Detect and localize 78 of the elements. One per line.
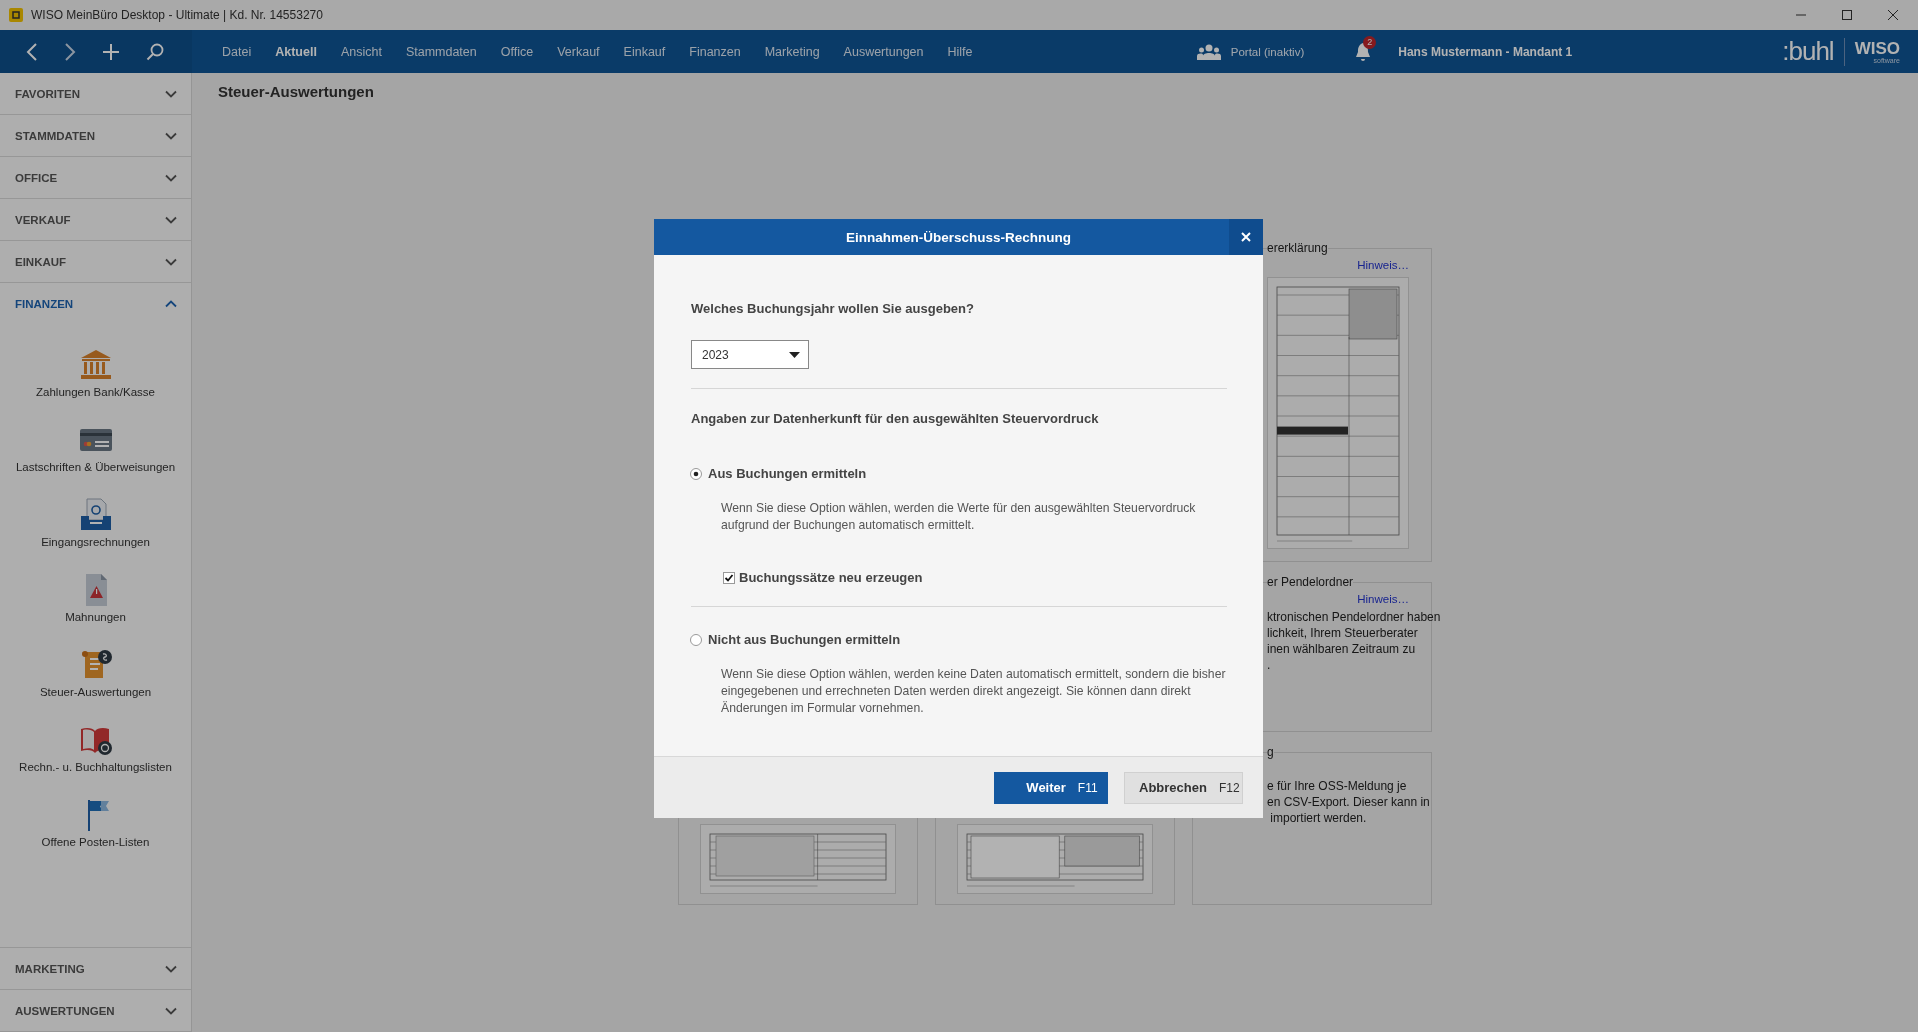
menu-item[interactable]: Datei <box>210 44 264 59</box>
card-text: inen wählbaren Zeitraum zu <box>1267 641 1417 657</box>
card-text: ktronischen Pendelordner haben <box>1267 609 1441 625</box>
sidebar-section-header[interactable]: OFFICE <box>0 157 191 199</box>
section-heading: Angaben zur Datenherkunft für den ausgewählten Steuervordruck <box>691 411 1099 426</box>
next-button[interactable]: Weiter F11 <box>994 771 1108 804</box>
cancel-button[interactable]: Abbrechen F12 <box>1124 771 1243 804</box>
sidebar-item[interactable]: Steuer-Auswertungen <box>0 648 191 712</box>
chevron-down-icon[interactable] <box>165 131 177 140</box>
close-button[interactable] <box>1229 219 1263 255</box>
sidebar-section-header[interactable]: MARKETING <box>0 948 191 990</box>
year-dropdown[interactable]: 2023 <box>691 340 809 369</box>
menu-item[interactable]: Hilfe <box>935 44 985 59</box>
menu-item[interactable]: Auswertungen <box>831 44 936 59</box>
sidebar-section-header[interactable]: EINKAUF <box>0 241 191 283</box>
portal-status[interactable]: Portal (inaktiv) <box>1230 45 1305 58</box>
people-icon[interactable] <box>1196 43 1221 60</box>
sidebar-section-header[interactable]: FINANZEN <box>0 283 191 324</box>
sidebar-item[interactable]: Rechn.- u. Buchhaltungslisten <box>0 723 191 787</box>
sidebar-item[interactable]: Zahlungen Bank/Kasse <box>0 348 191 412</box>
option-description: Wenn Sie diese Option wählen, werden die Werte für den ausgewählten Steuervordruck aufgrund der Buchungen automatisch ermittelt. <box>721 500 1197 534</box>
radio-option[interactable]: Nicht aus Buchungen ermitteln <box>690 632 901 647</box>
checkbox-checked-icon[interactable] <box>723 571 735 584</box>
sidebar-section-header[interactable]: VERKAUF <box>0 199 191 241</box>
sidebar-section-header[interactable]: FAVORITEN <box>0 73 191 115</box>
menu-item[interactable]: Office <box>488 44 546 59</box>
menu-item[interactable]: Aktuell <box>263 44 329 59</box>
radio-option[interactable]: Aus Buchungen ermitteln <box>690 466 867 481</box>
hint-link[interactable]: Hinweis… <box>1357 259 1409 271</box>
menu-item[interactable]: Marketing <box>752 44 832 59</box>
page-title: Steuer-Auswertungen <box>217 82 375 102</box>
menu-item[interactable]: Ansicht <box>328 44 394 59</box>
logo: WISO <box>1854 39 1900 57</box>
back-icon[interactable] <box>26 42 38 61</box>
sidebar-section-header[interactable]: STAMMDATEN <box>0 115 191 157</box>
bank-icon <box>78 348 113 382</box>
radio-icon[interactable] <box>690 633 702 646</box>
menu-item[interactable]: Verkauf <box>545 44 612 59</box>
radio-selected-icon[interactable] <box>690 467 702 480</box>
card-text: e für Ihre OSS-Meldung je <box>1267 778 1408 794</box>
notification-badge: 2 <box>1363 35 1377 49</box>
chevron-down-icon[interactable] <box>165 964 177 973</box>
chevron-down-icon[interactable] <box>165 173 177 182</box>
card-text: lichkeit, Ihrem Steuerberater <box>1267 625 1419 641</box>
chevron-down-icon[interactable] <box>165 89 177 98</box>
chevron-down-icon[interactable] <box>165 1006 177 1015</box>
inbox-tray-icon <box>78 498 113 532</box>
sidebar-item[interactable]: Offene Posten-Listen <box>0 798 191 862</box>
chevron-up-icon[interactable] <box>165 299 177 308</box>
window-title: WISO MeinBüro Desktop - Ultimate | Kd. Nr. 14553270 <box>31 8 323 22</box>
user-name[interactable]: Hans Mustermann - Mandant 1 <box>1398 44 1573 59</box>
sidebar-item[interactable]: Eingangsrechnungen <box>0 498 191 562</box>
close-icon[interactable] <box>1888 10 1898 20</box>
question-label: Welches Buchungsjahr wollen Sie ausgeben? <box>691 301 974 316</box>
card-text: importiert werden. <box>1269 810 1368 826</box>
logo: :buhl <box>1782 36 1834 67</box>
card-text: en CSV-Export. Dieser kann in <box>1267 794 1430 810</box>
sidebar-item[interactable]: Lastschriften & Überweisungen <box>0 423 191 487</box>
chevron-down-icon[interactable] <box>165 257 177 266</box>
card-title: ererklärung <box>1267 241 1328 256</box>
dialog-title: Einnahmen-Überschuss-Rechnung <box>845 229 1072 245</box>
dropdown-arrow-icon <box>789 351 800 358</box>
menu-item[interactable]: Stammdaten <box>393 44 489 59</box>
close-icon <box>1241 232 1251 242</box>
hint-link[interactable]: Hinweis… <box>1357 593 1409 605</box>
option-description: Wenn Sie diese Option wählen, werden keine Daten automatisch ermittelt, sondern die bisher eingegebenen und errechneten Daten werden direkt angezeigt. Sie können dann direkt Änderungen im Formular vornehmen. <box>721 666 1227 717</box>
plus-icon[interactable] <box>102 42 120 61</box>
app-icon <box>9 8 23 22</box>
sidebar-section-header[interactable]: AUSWERTUNGEN <box>0 990 191 1032</box>
chevron-down-icon[interactable] <box>165 215 177 224</box>
search-icon[interactable] <box>146 42 164 61</box>
checkbox-option[interactable]: Buchungssätze neu erzeugen <box>723 570 923 585</box>
card-text: . <box>1267 657 1272 673</box>
menu-item[interactable]: Einkauf <box>611 44 678 59</box>
sidebar-item[interactable]: Mahnungen <box>0 573 191 637</box>
menu-item[interactable]: Finanzen <box>677 44 753 59</box>
forward-icon[interactable] <box>64 42 76 61</box>
maximize-icon[interactable] <box>1842 10 1852 20</box>
